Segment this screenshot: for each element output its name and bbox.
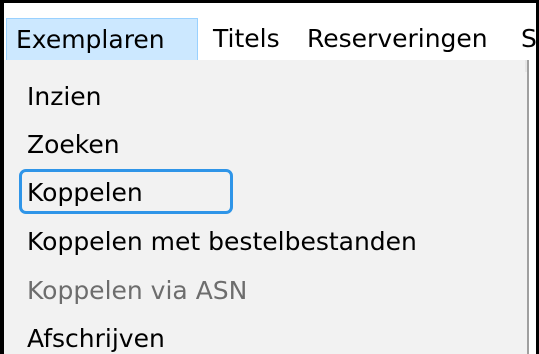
menu-item-koppelen-via-asn-label: Koppelen via ASN <box>27 276 248 305</box>
menu-st-truncated[interactable]: St <box>512 18 539 62</box>
menu-item-inzien-label: Inzien <box>27 82 102 111</box>
menu-item-zoeken-label: Zoeken <box>27 130 120 159</box>
menu-bar: Exemplaren Titels Reserveringen St <box>4 3 539 62</box>
menu-reserveringen-label: Reserveringen <box>307 24 488 53</box>
menu-item-koppelen-met-bestelbestanden-label: Koppelen met bestelbestanden <box>27 227 417 256</box>
dropdown-right-border <box>527 60 529 354</box>
highlight-ring <box>19 169 233 214</box>
menu-item-inzien[interactable]: Inzien <box>27 82 102 112</box>
menu-titels-label: Titels <box>213 24 280 53</box>
menu-item-koppelen-via-asn: Koppelen via ASN <box>27 276 247 306</box>
menu-st-label: St <box>521 24 539 53</box>
menu-item-zoeken[interactable]: Zoeken <box>27 130 120 160</box>
menu-exemplaren[interactable]: Exemplaren <box>6 18 198 62</box>
menu-item-koppelen-met-bestelbestanden[interactable]: Koppelen met bestelbestanden <box>27 227 417 257</box>
screen: Exemplaren Titels Reserveringen St Inzie… <box>0 0 539 354</box>
menu-titels[interactable]: Titels <box>204 18 289 62</box>
menu-reserveringen[interactable]: Reserveringen <box>298 18 497 62</box>
menu-item-afschrijven[interactable]: Afschrijven <box>27 324 165 354</box>
menu-item-afschrijven-label: Afschrijven <box>27 324 165 353</box>
menu-exemplaren-label: Exemplaren <box>16 25 165 54</box>
